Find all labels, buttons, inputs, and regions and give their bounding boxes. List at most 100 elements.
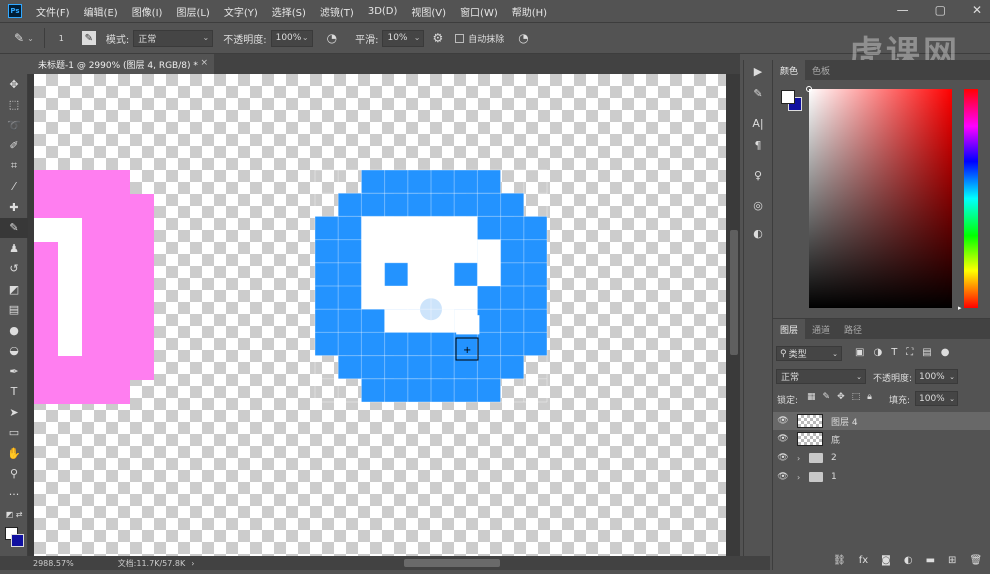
background-color-swatch[interactable] bbox=[11, 534, 24, 547]
rectangle-tool-icon[interactable]: ▭ bbox=[0, 423, 28, 444]
mode-select[interactable]: 正常 ⌄ bbox=[133, 29, 214, 47]
new-group-icon[interactable]: ▬ bbox=[926, 555, 935, 566]
color-picker-field[interactable] bbox=[806, 86, 952, 308]
horizontal-scrollbar[interactable] bbox=[404, 559, 500, 567]
healing-brush-tool-icon[interactable]: ✚ bbox=[0, 197, 28, 218]
smoothing-input[interactable]: 10% ⌄ bbox=[382, 29, 425, 47]
color-swatches[interactable] bbox=[0, 525, 28, 553]
blur-tool-icon[interactable]: ● bbox=[0, 320, 28, 341]
layer-row[interactable]: 👁︎ 图层 4 bbox=[773, 412, 990, 430]
properties-icon[interactable]: ✎ bbox=[744, 82, 772, 104]
close-icon[interactable]: × bbox=[200, 58, 208, 68]
menu-select[interactable]: 选择(S) bbox=[272, 4, 306, 19]
gradient-tool-icon[interactable]: ▤ bbox=[0, 300, 28, 321]
menu-layer[interactable]: 图层(L) bbox=[176, 4, 209, 19]
dodge-tool-icon[interactable]: ◒ bbox=[0, 341, 28, 362]
marquee-tool-icon[interactable]: ⬚ bbox=[0, 95, 28, 116]
layer-row[interactable]: 👁︎ 底 bbox=[773, 430, 990, 448]
layer-name[interactable]: 1 bbox=[831, 472, 837, 482]
eraser-tool-icon[interactable]: ◩ bbox=[0, 279, 28, 300]
learn-icon[interactable]: ♀ bbox=[744, 164, 772, 186]
layer-filter-select[interactable]: ⚲ 类型 ⌄ bbox=[776, 346, 842, 361]
picker-cursor[interactable] bbox=[806, 86, 812, 92]
tab-layers[interactable]: 图层 bbox=[773, 319, 806, 339]
menu-filter[interactable]: 滤镜(T) bbox=[320, 4, 354, 19]
pen-tool-icon[interactable]: ✒ bbox=[0, 361, 28, 382]
lock-image-icon[interactable]: ✎ bbox=[823, 392, 831, 402]
menu-window[interactable]: 窗口(W) bbox=[460, 4, 498, 19]
layer-group-row[interactable]: 👁︎ › 2 bbox=[773, 449, 990, 467]
history-icon[interactable]: ▶ bbox=[744, 60, 772, 82]
add-mask-icon[interactable]: ◙ bbox=[881, 555, 891, 566]
maximize-button[interactable]: ▢ bbox=[935, 3, 946, 17]
quick-selection-tool-icon[interactable]: ✐ bbox=[0, 136, 28, 157]
canvas-area[interactable]: + bbox=[28, 74, 740, 556]
hue-slider-handle[interactable]: ▸ bbox=[958, 304, 962, 312]
menu-image[interactable]: 图像(I) bbox=[132, 4, 163, 19]
brush-panel-toggle-icon[interactable]: ✎ bbox=[81, 31, 96, 45]
filter-toggle-icon[interactable]: ● bbox=[941, 347, 950, 358]
link-layers-icon[interactable]: ⛓ bbox=[833, 555, 846, 566]
chevron-right-icon[interactable]: › bbox=[797, 454, 807, 463]
adjustments-icon[interactable]: ◐ bbox=[744, 222, 772, 244]
visibility-eye-icon[interactable]: 👁︎ bbox=[773, 453, 793, 463]
menu-type[interactable]: 文字(Y) bbox=[224, 4, 258, 19]
chevron-right-icon[interactable]: › bbox=[191, 559, 194, 568]
close-button[interactable]: ✕ bbox=[972, 3, 982, 17]
adjustment-filter-icon[interactable]: ◑ bbox=[873, 347, 882, 358]
layer-opacity-input[interactable]: 100% ⌄ bbox=[915, 369, 958, 384]
lock-position-icon[interactable]: ✥ bbox=[837, 392, 845, 402]
gear-icon[interactable]: ⚙ bbox=[432, 31, 443, 45]
canvas[interactable]: + bbox=[34, 74, 726, 556]
chevron-down-icon[interactable]: ⌄ bbox=[27, 34, 34, 43]
default-colors-icon[interactable]: ◩ ⇄ bbox=[0, 505, 28, 526]
lock-transparent-icon[interactable]: ▦ bbox=[807, 392, 816, 402]
visibility-eye-icon[interactable]: 👁︎ bbox=[773, 472, 793, 482]
zoom-readout[interactable]: 2988.57% bbox=[33, 559, 74, 568]
menu-3d[interactable]: 3D(D) bbox=[368, 6, 398, 17]
hand-tool-icon[interactable]: ✋ bbox=[0, 443, 28, 464]
new-layer-icon[interactable]: ⊞ bbox=[948, 555, 956, 566]
menu-edit[interactable]: 编辑(E) bbox=[84, 4, 118, 19]
menu-help[interactable]: 帮助(H) bbox=[512, 4, 547, 19]
pressure-opacity-icon[interactable]: ◔ bbox=[327, 31, 337, 45]
chevron-right-icon[interactable]: › bbox=[797, 473, 807, 482]
type-filter-icon[interactable]: T bbox=[891, 347, 897, 358]
more-tools-icon[interactable]: ··· bbox=[0, 484, 28, 505]
adjustment-layer-icon[interactable]: ◐ bbox=[904, 555, 913, 566]
layer-group-row[interactable]: 👁︎ › 1 bbox=[773, 468, 990, 486]
character-icon[interactable]: A| bbox=[744, 112, 772, 134]
lock-all-icon[interactable]: 🔒︎ bbox=[867, 392, 872, 402]
hue-slider[interactable]: ▸ bbox=[958, 89, 978, 312]
move-tool-icon[interactable]: ✥ bbox=[0, 74, 28, 95]
menu-file[interactable]: 文件(F) bbox=[36, 4, 70, 19]
pressure-size-icon[interactable]: ◔ bbox=[518, 31, 528, 45]
tab-channels[interactable]: 通道 bbox=[805, 319, 837, 339]
tab-color[interactable]: 颜色 bbox=[773, 60, 806, 80]
crop-tool-icon[interactable]: ⌗ bbox=[0, 156, 28, 177]
paragraph-icon[interactable]: ¶ bbox=[744, 134, 772, 156]
trash-icon[interactable]: 🗑︎ bbox=[969, 555, 982, 566]
pencil-tool-preset-icon[interactable]: ✎ bbox=[14, 31, 24, 45]
document-info[interactable]: 文档:11.7K/57.8K bbox=[118, 558, 186, 569]
visibility-eye-icon[interactable]: 👁︎ bbox=[773, 434, 793, 444]
document-tab[interactable]: 未标题-1 @ 2990% (图层 4, RGB/8) * × bbox=[28, 54, 214, 74]
visibility-eye-icon[interactable]: 👁︎ bbox=[773, 416, 793, 426]
type-tool-icon[interactable]: T bbox=[0, 382, 28, 403]
fill-input[interactable]: 100% ⌄ bbox=[915, 391, 958, 406]
smart-object-filter-icon[interactable]: ▤ bbox=[922, 347, 931, 358]
history-brush-tool-icon[interactable]: ↺ bbox=[0, 259, 28, 280]
eyedropper-tool-icon[interactable]: ⁄ bbox=[0, 177, 28, 198]
shape-filter-icon[interactable]: ⛶ bbox=[906, 347, 913, 358]
tab-paths[interactable]: 路径 bbox=[837, 319, 869, 339]
libraries-icon[interactable]: ◎ bbox=[744, 194, 772, 216]
blend-mode-select[interactable]: 正常 ⌄ bbox=[776, 369, 866, 384]
pixel-filter-icon[interactable]: ▣ bbox=[855, 347, 864, 358]
foreground-color-swatch[interactable] bbox=[781, 90, 795, 104]
opacity-input[interactable]: 100% ⌄ bbox=[270, 29, 313, 47]
auto-erase-checkbox[interactable] bbox=[455, 33, 465, 43]
lasso-tool-icon[interactable]: ➰ bbox=[0, 115, 28, 136]
lock-artboard-icon[interactable]: ⬚ bbox=[852, 392, 861, 402]
brush-size-readout[interactable]: 1 bbox=[59, 34, 64, 43]
minimize-button[interactable]: — bbox=[897, 3, 909, 17]
